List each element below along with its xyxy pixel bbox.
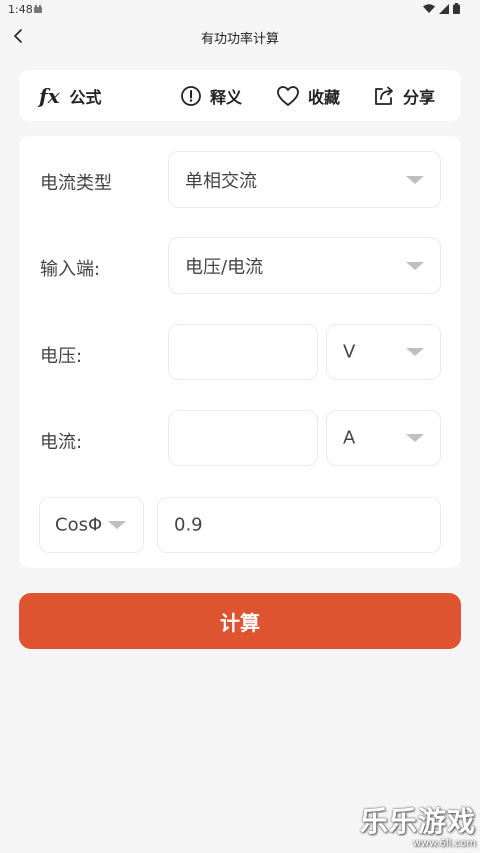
input-end-select[interactable]: 电压/电流 <box>168 237 441 294</box>
watermark-title: 乐乐游戏 <box>359 805 476 838</box>
wifi-icon <box>423 3 435 13</box>
input-end-label: 输入端: <box>40 259 101 280</box>
power-factor-type-value: CosΦ <box>55 514 103 536</box>
calculate-button[interactable]: 计算 <box>19 593 461 649</box>
signal-icon <box>439 3 449 14</box>
share-label: 分享 <box>403 87 436 107</box>
status-bar: 1:48 <box>0 0 480 20</box>
form-card: 电流类型 单相交流 输入端: 电压/电流 电压: V 电流: A CosΦ 0.… <box>19 136 461 568</box>
favorite-label: 收藏 <box>308 87 341 107</box>
explain-button[interactable]: 释义 <box>180 70 242 121</box>
status-icons <box>423 3 460 14</box>
notification-icon <box>34 5 42 13</box>
input-end-value: 电压/电流 <box>185 256 264 278</box>
current-input[interactable] <box>168 410 318 466</box>
heart-icon <box>277 85 299 106</box>
share-button[interactable]: 分享 <box>373 70 435 121</box>
dropdown-arrow-icon <box>406 434 424 442</box>
watermark: 乐乐游戏 www.6ll.com <box>360 800 476 849</box>
favorite-button[interactable]: 收藏 <box>276 70 340 121</box>
current-type-value: 单相交流 <box>185 170 257 192</box>
formula-label: 公式 <box>69 87 102 107</box>
current-label: 电流: <box>40 432 83 453</box>
current-type-select[interactable]: 单相交流 <box>168 151 441 208</box>
dropdown-arrow-icon <box>406 261 424 270</box>
share-icon <box>375 86 393 105</box>
dropdown-arrow-icon <box>108 521 126 529</box>
power-factor-input[interactable]: 0.9 <box>157 497 441 553</box>
fx-icon: fx <box>39 83 60 108</box>
app-header: 有功功率计算 <box>0 20 480 54</box>
dropdown-arrow-icon <box>406 175 424 184</box>
explain-label: 释义 <box>210 87 243 107</box>
formula-button[interactable]: fx 公式 <box>39 70 102 121</box>
voltage-unit-value: V <box>343 341 356 363</box>
current-unit-select[interactable]: A <box>326 410 441 466</box>
voltage-label: 电压: <box>40 346 83 367</box>
power-factor-value: 0.9 <box>174 514 203 536</box>
battery-icon <box>453 3 460 14</box>
dropdown-arrow-icon <box>406 348 424 356</box>
current-type-label: 电流类型 <box>40 173 112 194</box>
voltage-unit-select[interactable]: V <box>326 324 441 380</box>
page-title: 有功功率计算 <box>200 32 279 47</box>
voltage-input[interactable] <box>168 324 318 380</box>
power-factor-type-select[interactable]: CosΦ <box>39 497 144 553</box>
tools-card: fx 公式 释义 收藏 分享 <box>19 70 461 121</box>
current-unit-value: A <box>343 427 356 449</box>
info-circle-icon <box>181 85 201 106</box>
status-time: 1:48 <box>8 3 33 16</box>
